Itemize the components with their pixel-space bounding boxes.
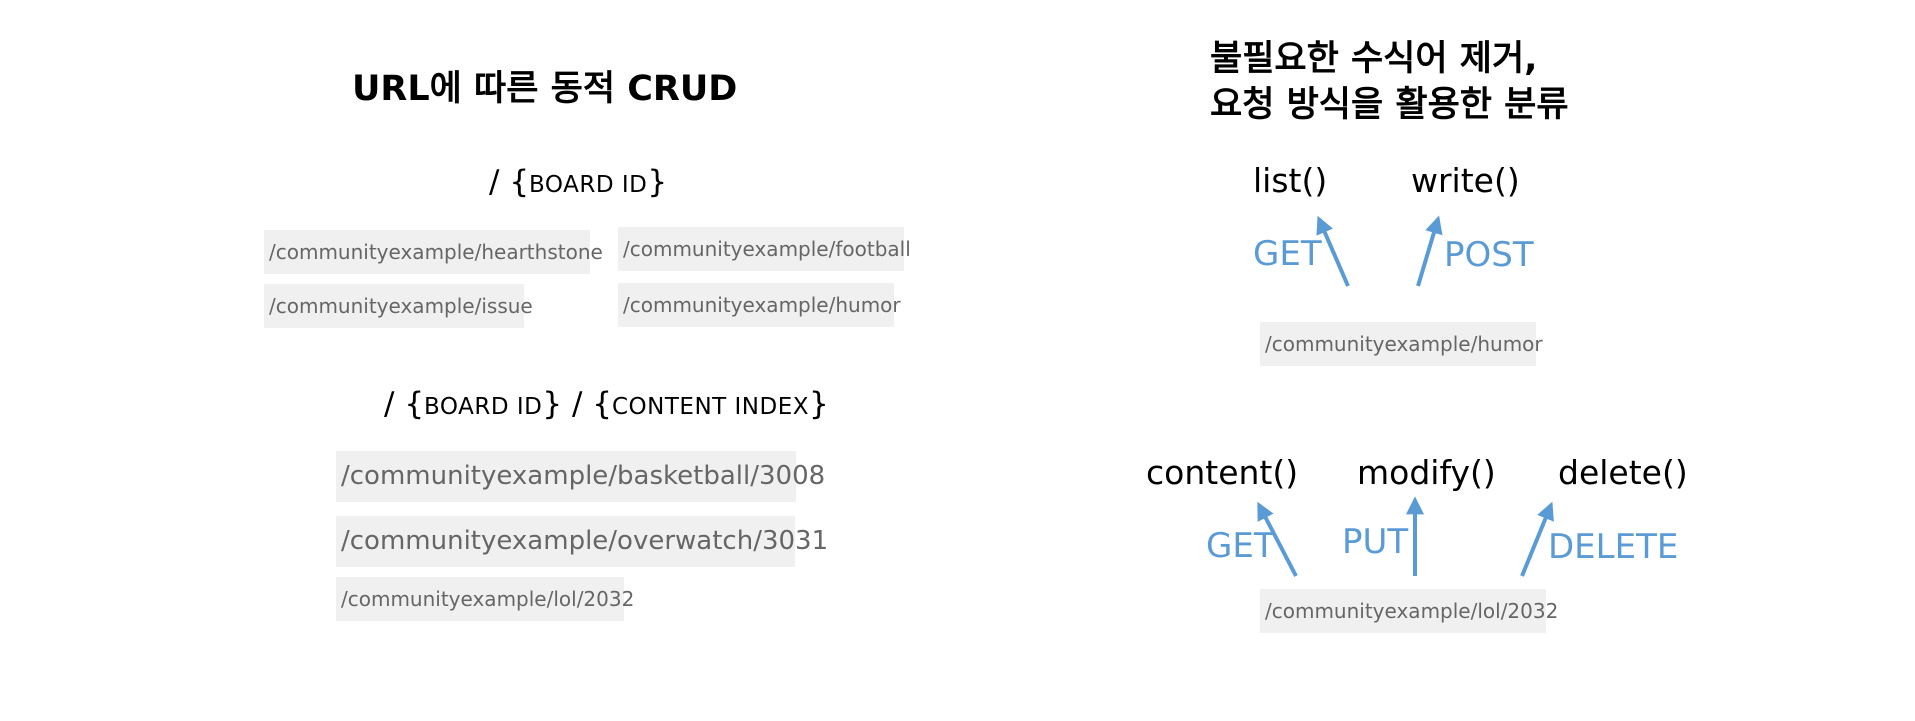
arrows-layer	[1257, 215, 1554, 577]
arrow-get-to-list	[1316, 215, 1350, 287]
arrow-delete-to-delete	[1520, 501, 1554, 577]
arrow-post-to-write	[1416, 215, 1443, 287]
arrow-get-to-content	[1257, 501, 1298, 577]
